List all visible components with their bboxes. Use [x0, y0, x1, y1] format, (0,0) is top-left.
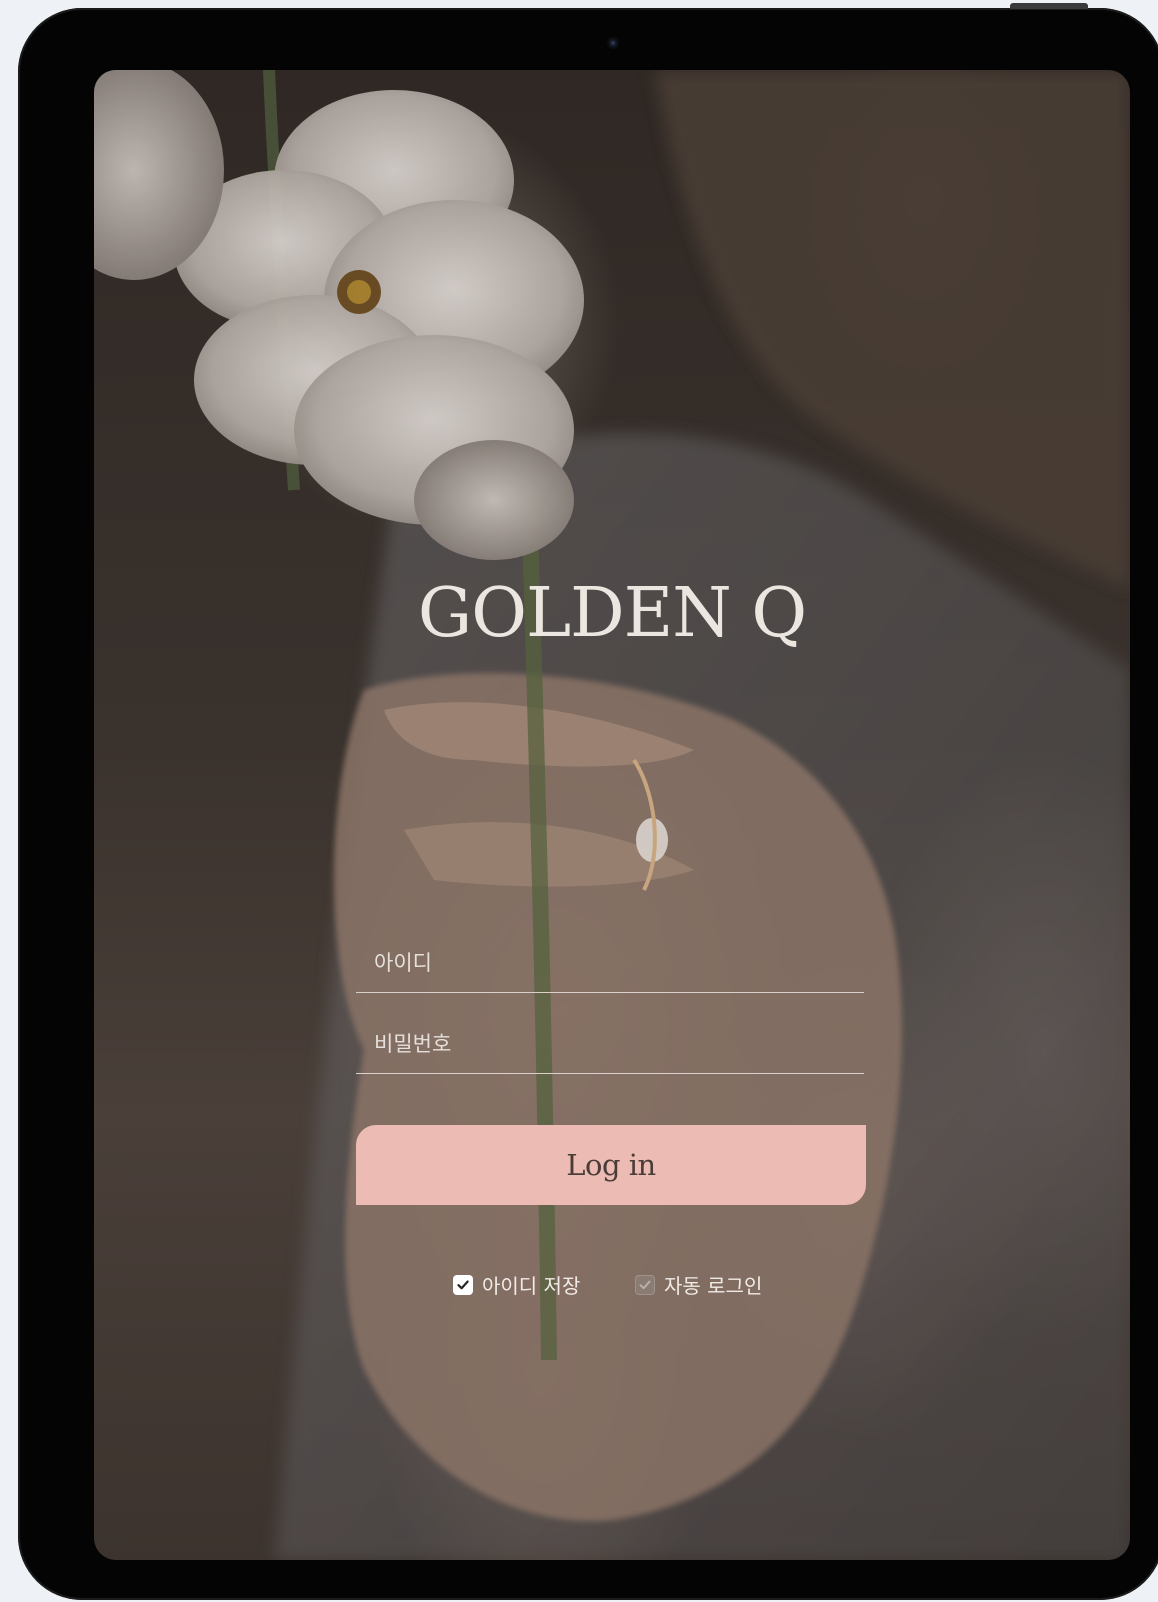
id-field	[356, 936, 864, 993]
brand-logo: GOLDEN Q	[417, 574, 807, 653]
login-screen: GOLDEN Q Log in 아이디 저장 자동 로그인	[94, 70, 1130, 1560]
camera-icon	[607, 37, 619, 49]
password-field	[356, 1017, 864, 1074]
login-button[interactable]: Log in	[356, 1125, 866, 1205]
auto-login-option[interactable]: 자동 로그인	[635, 1270, 762, 1299]
auto-login-checkbox[interactable]	[635, 1274, 655, 1295]
save-id-checkbox[interactable]	[453, 1274, 473, 1295]
checkmark-icon	[457, 1280, 469, 1289]
id-input[interactable]	[356, 936, 862, 990]
power-button	[1010, 3, 1088, 9]
tablet-frame: GOLDEN Q Log in 아이디 저장 자동 로그인	[18, 8, 1158, 1600]
background-photo	[94, 70, 1130, 1560]
save-id-label: 아이디 저장	[482, 1274, 581, 1298]
auto-login-label: 자동 로그인	[664, 1274, 763, 1298]
password-input[interactable]	[356, 1017, 862, 1071]
save-id-option[interactable]: 아이디 저장	[453, 1270, 580, 1299]
checkmark-icon	[639, 1280, 651, 1289]
